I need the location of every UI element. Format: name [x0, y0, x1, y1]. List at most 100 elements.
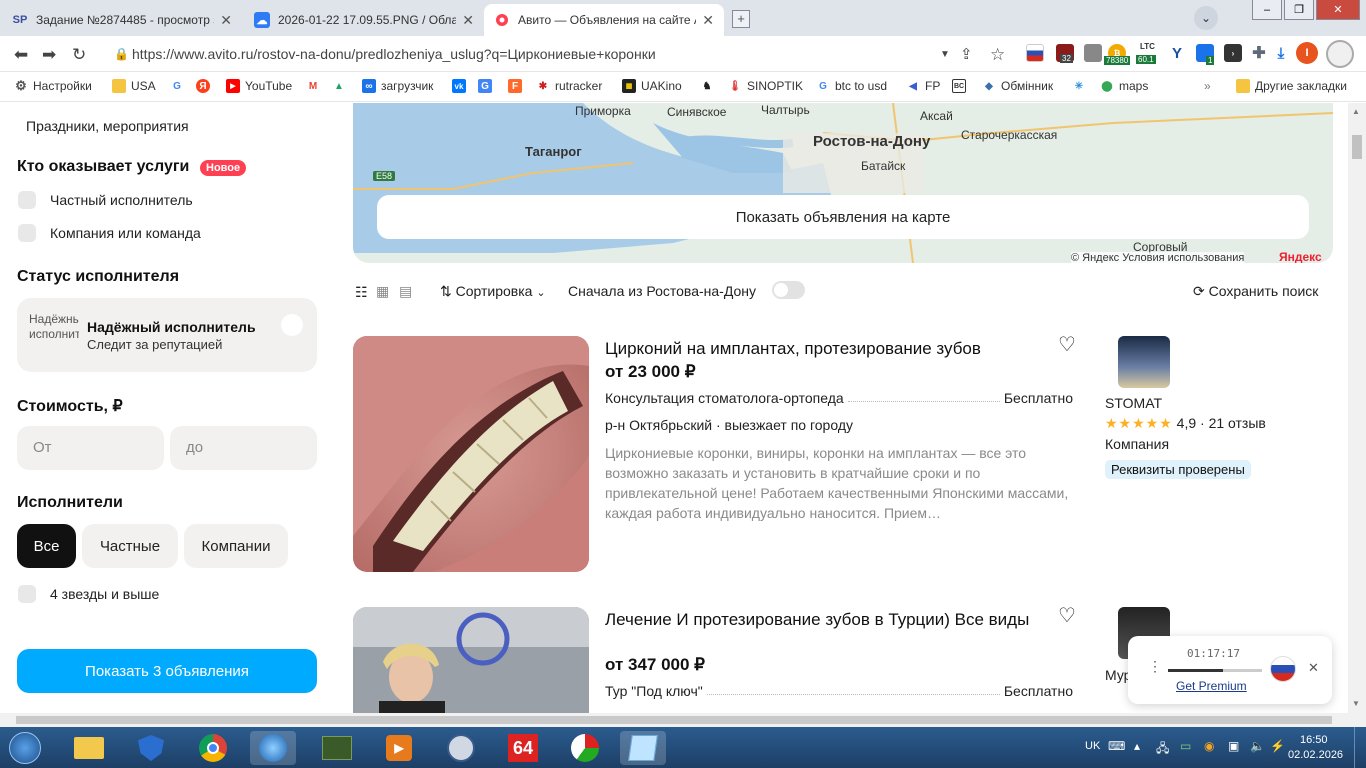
tray-arrow-icon[interactable]: ▴ [1134, 739, 1140, 753]
clock-date[interactable]: 02.02.2026 [1288, 749, 1343, 761]
minimize-button[interactable]: – [1252, 0, 1282, 20]
map[interactable]: Приморка Синявское Чалтырь Аксай Таганро… [353, 103, 1333, 263]
close-icon[interactable]: ✕ [220, 12, 232, 29]
chrome-icon[interactable] [190, 731, 236, 765]
company-label[interactable]: Компания или команда [50, 225, 201, 241]
show-desktop-button[interactable] [1354, 727, 1366, 768]
show-listings-button[interactable]: Показать 3 объявления [17, 649, 317, 693]
forward-icon[interactable]: ➡ [42, 45, 56, 65]
bookmark-translate[interactable]: G [478, 79, 492, 93]
stars-checkbox[interactable] [18, 585, 36, 603]
bookmark-fp[interactable]: ◀ FP [906, 79, 940, 93]
reliable-toggle[interactable] [281, 314, 303, 336]
url-dropdown-icon[interactable]: ▼ [940, 49, 950, 60]
bookmark-star-icon[interactable]: ☆ [990, 45, 1005, 65]
map-copyright[interactable]: © Яндекс Условия использования [1071, 252, 1245, 263]
chart-app-icon[interactable] [562, 731, 608, 765]
vertical-scrollbar[interactable]: ▲ ▼ [1348, 103, 1366, 713]
grid-view-icon[interactable]: ▦ [376, 283, 389, 300]
bookmark-usa[interactable]: USA [112, 79, 156, 93]
seller-rating[interactable]: ★★★★★ 4,9 · 21 отзыв [1105, 415, 1266, 432]
listing-image[interactable] [353, 336, 589, 572]
rostov-first-toggle[interactable] [772, 281, 805, 299]
globe-app-icon[interactable] [250, 731, 296, 765]
bookmark-other[interactable]: Другие закладки [1236, 79, 1347, 93]
listing-title[interactable]: Лечение И протезирование зубов в Турции)… [605, 609, 1045, 631]
power-icon[interactable]: ⚡ [1270, 739, 1285, 753]
russia-flag-icon[interactable] [1270, 656, 1296, 682]
display-icon[interactable]: ▣ [1228, 739, 1239, 753]
cost-to-input[interactable]: до [170, 426, 317, 470]
app-64[interactable]: 64 [500, 731, 546, 765]
favorite-heart-icon[interactable]: ♡ [1058, 603, 1076, 628]
bookmark-chess[interactable]: ♞ [700, 79, 714, 93]
bookmark-google[interactable]: G [170, 79, 184, 93]
close-icon[interactable]: ✕ [462, 12, 474, 29]
reload-icon[interactable]: ↻ [72, 45, 86, 65]
bookmark-gmail[interactable]: M [306, 79, 320, 93]
profile-avatar[interactable]: I [1296, 42, 1318, 64]
bookmark-star[interactable]: ✳ [1072, 79, 1086, 93]
briefcase-icon[interactable] [1084, 44, 1102, 62]
bookmark-yandex[interactable]: Я [196, 79, 210, 93]
new-tab-button[interactable]: + [732, 10, 750, 28]
terminal-icon[interactable]: › [1224, 44, 1242, 62]
language-indicator[interactable]: UK [1085, 740, 1100, 752]
close-icon[interactable]: ✕ [702, 12, 714, 29]
bookmark-uakino[interactable]: ▦ UAKino [622, 79, 682, 93]
explorer-icon[interactable] [66, 731, 112, 765]
performer-private[interactable]: Частные [82, 524, 178, 568]
close-window-button[interactable]: ✕ [1316, 0, 1360, 20]
share-icon[interactable]: ⇪ [960, 45, 973, 63]
url-field[interactable]: 🔒 https://www.avito.ru/rostov-na-donu/pr… [108, 42, 988, 66]
category-link[interactable]: Праздники, мероприятия [26, 118, 189, 134]
start-button[interactable] [2, 731, 48, 765]
horizontal-scrollbar[interactable] [0, 713, 1366, 727]
notes-app-icon[interactable] [620, 731, 666, 765]
kebab-menu-icon[interactable]: ⋮ [1148, 658, 1162, 675]
reliable-card[interactable]: Надёжный исполнитель Надёжный исполнител… [17, 298, 317, 372]
stars-label[interactable]: 4 звезды и выше [50, 586, 159, 602]
sort-dropdown[interactable]: ⇅ Сортировка ⌄ [440, 283, 546, 300]
tab-search-button[interactable]: ⌄ [1194, 6, 1218, 30]
list-view-icon[interactable]: ☷ [355, 284, 368, 301]
listing-title[interactable]: Цирконий на имплантах, протезирование зу… [605, 338, 981, 360]
company-checkbox[interactable] [18, 224, 36, 242]
get-premium-link[interactable]: Get Premium [1176, 679, 1247, 693]
private-checkbox[interactable] [18, 191, 36, 209]
rss-icon[interactable]: ◉ [1204, 739, 1214, 753]
tab-avito[interactable]: Авито — Объявления на сайте Ави ✕ [484, 4, 724, 36]
bookmark-youtube[interactable]: ▶ YouTube [226, 79, 292, 93]
listing-image[interactable] [353, 607, 589, 713]
close-icon[interactable]: ✕ [1308, 660, 1319, 676]
bookmark-drive[interactable]: ▲ [332, 79, 346, 93]
y-extension-icon[interactable]: Y [1168, 44, 1186, 62]
bookmark-vk[interactable]: vk [452, 79, 466, 93]
tab-task[interactable]: SP Задание №2874485 - просмотр за ✕ [2, 4, 242, 36]
save-search-button[interactable]: ⟳ Сохранить поиск [1193, 283, 1318, 300]
performer-all[interactable]: Все [17, 524, 76, 568]
bookmark-maps[interactable]: ⬤ maps [1100, 79, 1148, 93]
clock-time[interactable]: 16:50 [1300, 734, 1328, 746]
keyboard-icon[interactable]: ⌨ [1108, 739, 1125, 753]
bookmark-f[interactable]: F [508, 79, 522, 93]
bookmark-sinoptik[interactable]: 🌡 SINOPTIK [728, 79, 803, 93]
bookmark-downloader[interactable]: ∞ загрузчик [362, 79, 433, 93]
maximize-button[interactable]: ❐ [1284, 0, 1314, 20]
shield-app-icon[interactable] [128, 731, 174, 765]
bookmark-btc[interactable]: Gbtc to usd [816, 79, 887, 93]
download-icon[interactable]: ⤓ [1272, 44, 1290, 62]
bookmarks-overflow[interactable]: » [1204, 79, 1211, 93]
show-on-map-button[interactable]: Показать объявления на карте [377, 195, 1309, 239]
back-icon[interactable]: ⬅ [14, 45, 28, 65]
bookmark-rutracker[interactable]: ✱ rutracker [536, 79, 603, 93]
puzzle-icon[interactable]: ✚ [1250, 44, 1268, 62]
ru-flag-icon[interactable] [1026, 44, 1044, 62]
media-player-icon[interactable]: ▶ [376, 731, 422, 765]
seller-avatar[interactable] [1118, 336, 1170, 388]
seller-name[interactable]: STOMAT [1105, 395, 1162, 411]
battery-icon[interactable]: ▭ [1180, 739, 1191, 753]
cost-from-input[interactable]: От [17, 426, 164, 470]
terminal-app-icon[interactable] [314, 731, 360, 765]
bookmark-bc[interactable]: BC [952, 79, 966, 93]
